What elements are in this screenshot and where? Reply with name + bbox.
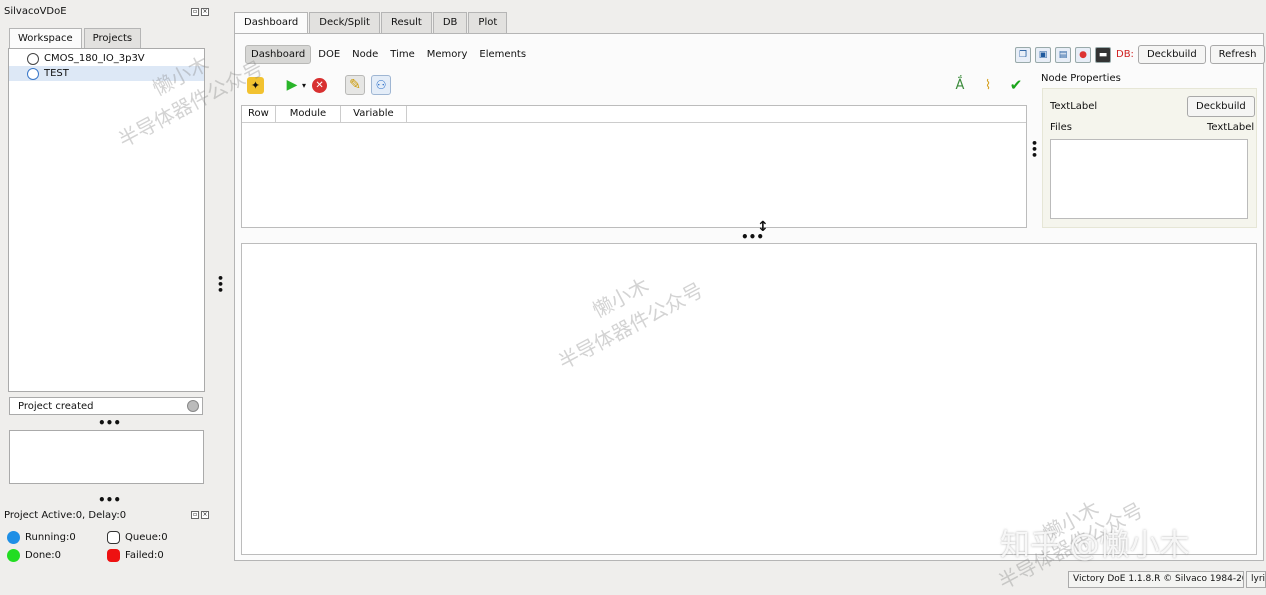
location-pin-icon[interactable]: ● [1075, 46, 1091, 63]
tab-result[interactable]: Result [380, 12, 432, 33]
legend-failed-label: Failed:0 [125, 550, 164, 561]
legend-queue: Queue:0 [107, 531, 168, 544]
watermark-zhihu: 知乎 @懒小木 [1000, 528, 1190, 563]
node-text-label: TextLabel [1050, 101, 1098, 112]
copy-icon[interactable]: ❐ [1015, 46, 1031, 63]
tab-plot[interactable]: Plot [468, 12, 508, 33]
vertical-splitter-handle[interactable]: • • • [217, 273, 224, 296]
check-icon[interactable]: ✔ [1006, 75, 1026, 95]
done-indicator-icon [7, 549, 20, 562]
close-icon[interactable]: × [201, 8, 209, 16]
tab-deck-split[interactable]: Deck/Split [309, 12, 380, 33]
status-message: Project created [18, 400, 94, 412]
subnav-dashboard[interactable]: Dashboard [245, 45, 312, 64]
tab-db[interactable]: DB [432, 12, 468, 33]
splitter-handle[interactable]: ••• [98, 416, 121, 430]
files-value: TextLabel [1207, 122, 1255, 133]
left-tab-bar: Workspace Projects [9, 28, 143, 48]
tree-item-test[interactable]: TEST [9, 66, 204, 81]
subnav-node[interactable]: Node [347, 46, 383, 63]
tab-workspace[interactable]: Workspace [9, 28, 82, 48]
node-properties-title: Node Properties [1041, 73, 1121, 84]
broom-icon[interactable]: ⌇ [978, 75, 998, 95]
subnav-memory[interactable]: Memory [422, 46, 473, 63]
column-header-variable[interactable]: Variable [341, 106, 407, 122]
deckbuild-button[interactable]: Deckbuild [1137, 45, 1206, 64]
clear-icon[interactable] [187, 400, 199, 412]
terminal-icon[interactable]: ▬ [1095, 46, 1111, 63]
project-tree: CMOS_180_IO_3p3V TEST [8, 48, 205, 392]
tree-item-label: TEST [44, 68, 69, 79]
stop-icon[interactable]: ✕ [312, 77, 328, 93]
node-deckbuild-button[interactable]: Deckbuild [1187, 96, 1255, 117]
output-area [241, 243, 1257, 555]
chevron-down-icon[interactable]: ▾ [302, 81, 306, 90]
files-list[interactable] [1050, 139, 1248, 219]
save-icon[interactable]: ▣ [1035, 46, 1051, 63]
legend-failed: Failed:0 [107, 549, 164, 562]
circle-icon [27, 67, 39, 80]
vertical-splitter-handle[interactable]: • • • [1031, 138, 1038, 161]
panel-title-buttons: ▫ × [191, 8, 209, 16]
spellcheck-icon[interactable]: Ắ [950, 75, 970, 95]
project-status: Project Active:0, Delay:0 [4, 510, 127, 521]
new-project-icon[interactable]: ✦ [247, 76, 264, 94]
panel-title-buttons: ▫ × [191, 511, 209, 519]
check-toolbar: Ắ ⌇ ✔ [950, 75, 1026, 95]
tree-item-label: CMOS_180_IO_3p3V [44, 53, 145, 64]
legend-running-label: Running:0 [25, 532, 76, 543]
legend-queue-label: Queue:0 [125, 532, 168, 543]
float-icon[interactable]: ▫ [191, 8, 199, 16]
files-label: Files [1050, 122, 1072, 133]
legend-done-label: Done:0 [25, 550, 62, 561]
legend-done: Done:0 [7, 549, 61, 562]
version-label: Victory DoE 1.1.8.R © Silvaco 1984-2025 [1068, 571, 1244, 588]
subnav-time[interactable]: Time [385, 46, 419, 63]
action-toolbar: ✦ ▶ ▾ ✕ ✎ ⚇ [247, 75, 392, 95]
running-indicator-icon [7, 531, 20, 544]
app-title: SilvacoVDoE [4, 6, 67, 17]
close-icon[interactable]: × [201, 511, 209, 519]
db-label: DB: [1116, 49, 1134, 60]
status-message-box: Project created [9, 397, 203, 415]
save-as-icon[interactable]: ▤ [1055, 46, 1071, 63]
tab-projects[interactable]: Projects [83, 28, 142, 48]
resize-cursor-icon: ↕ [757, 219, 769, 235]
queue-indicator-icon [107, 531, 120, 544]
circle-icon [27, 52, 39, 65]
user-label: lyri [1246, 571, 1266, 588]
main-tab-bar: Dashboard Deck/Split Result DB Plot [234, 12, 508, 33]
float-icon[interactable]: ▫ [191, 511, 199, 519]
subnav-doe[interactable]: DOE [313, 46, 345, 63]
legend-running: Running:0 [7, 531, 76, 544]
network-icon[interactable]: ⚇ [371, 75, 392, 95]
doe-table: Row Module Variable [241, 105, 1027, 228]
sub-nav: Dashboard DOE Node Time Memory Elements [245, 45, 531, 64]
tree-item-cmos[interactable]: CMOS_180_IO_3p3V [9, 51, 204, 66]
splitter-handle[interactable]: ••• [98, 493, 121, 507]
subnav-elements[interactable]: Elements [474, 46, 531, 63]
refresh-button[interactable]: Refresh [1209, 45, 1266, 64]
table-header: Row Module Variable [242, 106, 1026, 123]
failed-indicator-icon [107, 549, 120, 562]
log-area [9, 430, 204, 484]
edit-icon[interactable]: ✎ [345, 75, 366, 95]
column-header-row[interactable]: Row [242, 106, 276, 122]
column-header-module[interactable]: Module [276, 106, 342, 122]
tab-dashboard[interactable]: Dashboard [234, 12, 309, 33]
top-right-toolbar: ❐ ▣ ▤ ● ▬ DB: Deckbuild Refresh [1015, 45, 1266, 64]
run-icon[interactable]: ▶ [282, 75, 302, 95]
